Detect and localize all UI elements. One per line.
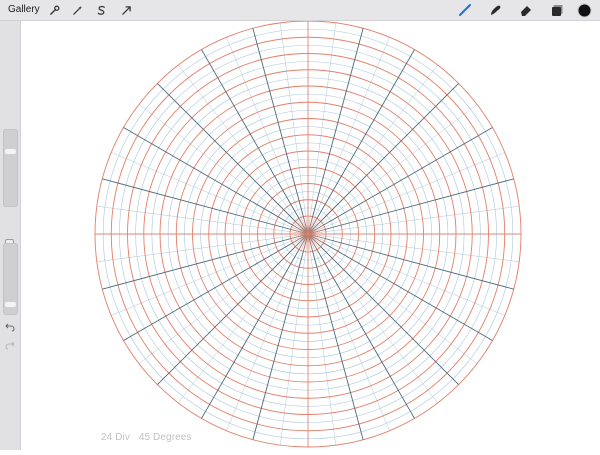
- spoke: [102, 178, 309, 235]
- spoke: [307, 233, 415, 419]
- selection-s-icon[interactable]: [93, 2, 109, 18]
- spoke: [307, 127, 493, 235]
- gallery-button[interactable]: Gallery: [8, 3, 40, 17]
- left-sidebar: [0, 21, 21, 450]
- opacity-slider[interactable]: [3, 243, 18, 315]
- spoke: [307, 49, 415, 235]
- spoke: [307, 83, 459, 235]
- spoke: [157, 83, 309, 235]
- color-swatch-icon[interactable]: [576, 2, 592, 18]
- undo-icon[interactable]: [4, 321, 16, 333]
- drawing-guide-status: 24 Div 45 Degrees: [101, 432, 198, 443]
- layers-icon[interactable]: [549, 2, 565, 18]
- spoke: [123, 127, 309, 235]
- status-divisions: 24 Div: [101, 432, 130, 443]
- spoke: [307, 178, 514, 235]
- actions-wrench-icon[interactable]: [46, 2, 62, 18]
- spoke: [201, 233, 309, 419]
- adjustments-wand-icon[interactable]: [69, 2, 85, 18]
- spoke: [201, 49, 309, 235]
- spoke: [157, 233, 309, 385]
- brush-size-handle[interactable]: [5, 149, 16, 154]
- polar-grid-drawing: [94, 20, 522, 448]
- transform-arrow-icon[interactable]: [118, 2, 134, 18]
- status-angle: 45 Degrees: [138, 432, 192, 443]
- redo-icon[interactable]: [4, 339, 16, 351]
- spoke: [307, 28, 364, 235]
- spoke: [307, 233, 514, 290]
- smudge-icon[interactable]: [487, 2, 503, 18]
- spoke: [102, 233, 309, 290]
- spoke: [123, 233, 309, 341]
- brush-size-slider[interactable]: [3, 129, 18, 207]
- top-toolbar: Gallery: [0, 0, 600, 21]
- spoke: [307, 233, 364, 440]
- spoke: [307, 233, 493, 341]
- spoke: [307, 233, 459, 385]
- spoke: [252, 233, 309, 440]
- eraser-icon[interactable]: [518, 2, 534, 18]
- brush-icon[interactable]: [457, 2, 473, 18]
- opacity-handle[interactable]: [5, 302, 16, 307]
- drawing-canvas[interactable]: [21, 20, 600, 450]
- spoke: [252, 28, 309, 235]
